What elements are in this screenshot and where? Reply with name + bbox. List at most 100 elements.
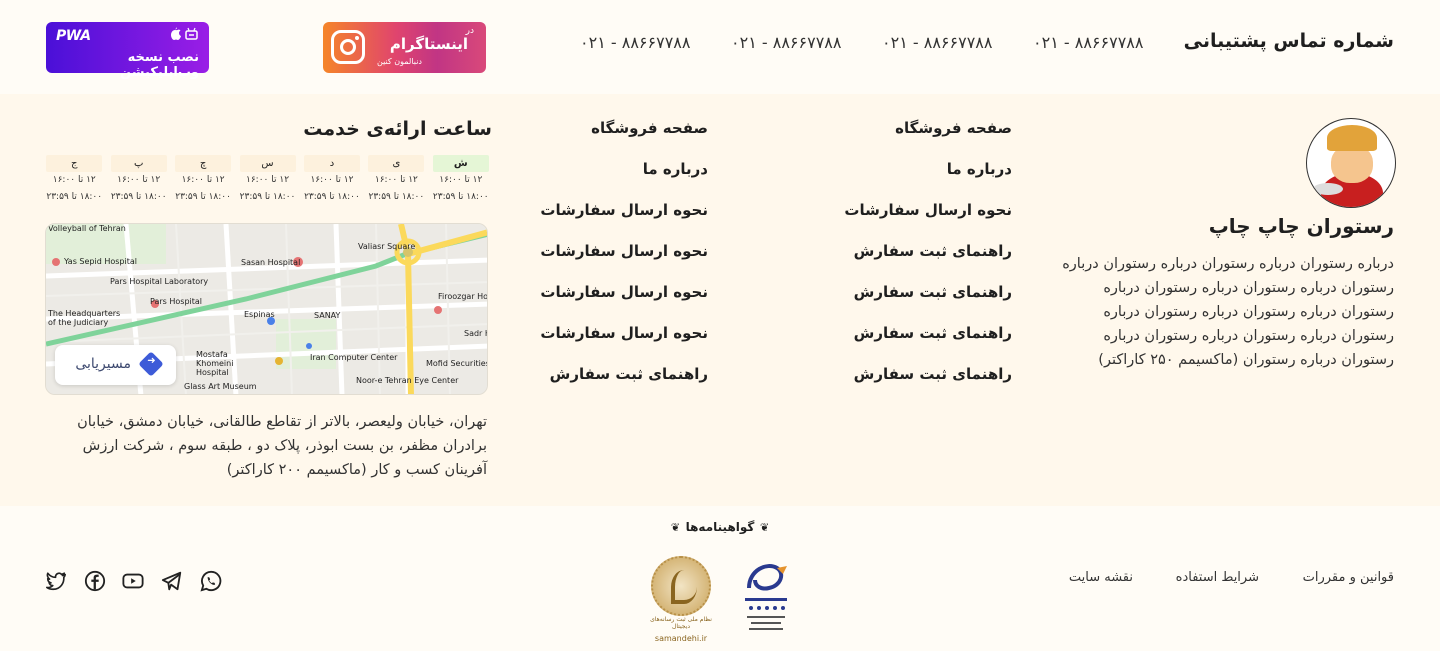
map-label: SANAY (314, 311, 341, 320)
location-map[interactable]: Volleyball of Tehran Yas Sepid Hospital … (45, 223, 488, 395)
map-label: Pars Hospital (150, 297, 203, 306)
day-column: ج ۱۲ تا ۱۶:۰۰ ۱۸:۰۰ تا ۲۳:۵۹ (42, 155, 106, 206)
samandehi-subtitle: نظام ملی ثبت رسانه‌های دیجیتال (650, 616, 712, 630)
day-name: چ (175, 155, 232, 172)
footer-link[interactable]: صفحه فروشگاه (540, 116, 708, 157)
map-label: Noor-e Tehran Eye Center (356, 376, 459, 385)
map-label: Mofid Securities (426, 359, 488, 368)
laurel-icon: ❦ (670, 521, 681, 534)
day-column: پ ۱۲ تا ۱۶:۰۰ ۱۸:۰۰ تا ۲۳:۵۹ (106, 155, 170, 206)
support-phone[interactable]: ۰۲۱ - ۸۸۶۶۷۷۸۸ (731, 33, 841, 52)
footer-link[interactable]: نحوه ارسال سفارشات (844, 198, 1012, 239)
restaurant-description: درباره رستوران درباره رستوران درباره رست… (1062, 256, 1394, 368)
footer-link[interactable]: نحوه ارسال سفارشات (540, 280, 708, 321)
service-hours-title: ساعت ارائه‌ی خدمت (303, 118, 492, 140)
footer-link[interactable]: صفحه فروشگاه (844, 116, 1012, 157)
footer-link[interactable]: راهنمای ثبت سفارش (844, 239, 1012, 280)
day-name: د (303, 155, 360, 172)
pwa-install-button[interactable]: PWA نصب نسخه وب‌اپلیکیشن (46, 22, 209, 80)
day-time-1: ۱۲ تا ۱۶:۰۰ (374, 175, 418, 185)
service-hours-table: ش ۱۲ تا ۱۶:۰۰ ۱۸:۰۰ تا ۲۳:۵۹ ی ۱۲ تا ۱۶:… (42, 155, 493, 206)
day-column: ش ۱۲ تا ۱۶:۰۰ ۱۸:۰۰ تا ۲۳:۵۹ (429, 155, 493, 206)
map-label: Mostafa Khomeini Hospital (196, 350, 234, 377)
pwa-label: نصب نسخه وب‌اپلیکیشن (120, 50, 199, 80)
footer-links-column-1: صفحه فروشگاه درباره ما نحوه ارسال سفارشا… (844, 116, 1012, 403)
footer-link[interactable]: راهنمای ثبت سفارش (540, 362, 708, 403)
footer-bottom: قوانین و مقررات شرایط استفاده نقشه سایت … (0, 506, 1440, 651)
map-label: The Headquarters of the Judiciary (48, 309, 121, 327)
directions-icon (138, 351, 164, 377)
day-time-2: ۱۸:۰۰ تا ۲۳:۵۹ (432, 192, 489, 202)
pwa-logo: PWA (56, 28, 91, 44)
map-label: Yas Sepid Hospital (64, 257, 137, 266)
footer-link[interactable]: درباره ما (844, 157, 1012, 198)
terms-link[interactable]: شرایط استفاده (1176, 570, 1259, 585)
footer-link[interactable]: نحوه ارسال سفارشات (540, 239, 708, 280)
support-phone[interactable]: ۰۲۱ - ۸۸۶۶۷۷۸۸ (1033, 33, 1143, 52)
day-time-1: ۱۲ تا ۱۶:۰۰ (439, 175, 483, 185)
laurel-icon: ❦ (759, 521, 770, 534)
instagram-title: اینستاگرام (389, 35, 468, 53)
instagram-button[interactable]: در اینستاگرام دنبالمون کنین (323, 22, 486, 73)
rules-link[interactable]: قوانین و مقررات (1303, 570, 1394, 585)
support-title: شماره تماس پشتیبانی (1183, 30, 1394, 52)
day-name: س (239, 155, 296, 172)
route-button[interactable]: مسیریابی (55, 345, 176, 385)
map-label: Sasan Hospital (241, 258, 301, 267)
day-time-2: ۱۸:۰۰ تا ۲۳:۵۹ (110, 192, 167, 202)
footer-link[interactable]: راهنمای ثبت سفارش (844, 321, 1012, 362)
samandehi-url: samandehi.ir (654, 634, 708, 643)
enamad-logo-icon (745, 564, 787, 630)
footer-link[interactable]: نحوه ارسال سفارشات (540, 321, 708, 362)
map-label: Espinas (244, 310, 275, 319)
samandehi-badge[interactable]: نظام ملی ثبت رسانه‌های دیجیتال samandehi… (648, 556, 714, 643)
footer-link[interactable]: درباره ما (540, 157, 708, 198)
day-name: ج (46, 155, 103, 172)
day-time-1: ۱۲ تا ۱۶:۰۰ (52, 175, 96, 185)
map-label: Iran Computer Center (310, 353, 398, 362)
restaurant-logo[interactable] (1306, 118, 1396, 208)
facebook-icon[interactable] (84, 570, 106, 592)
day-name: ی (368, 155, 425, 172)
address-text: تهران، خیابان ولیعصر، بالاتر از تقاطع طا… (77, 414, 487, 478)
map-label: Volleyball of Tehran (48, 224, 126, 233)
footer-link[interactable]: راهنمای ثبت سفارش (844, 362, 1012, 403)
day-time-2: ۱۸:۰۰ تا ۲۳:۵۹ (368, 192, 425, 202)
support-phone[interactable]: ۰۲۱ - ۸۸۶۶۷۷۸۸ (882, 33, 992, 52)
youtube-icon[interactable] (122, 570, 144, 592)
restaurant-name: رستوران چاپ چاپ (1208, 214, 1394, 238)
day-name: ش (432, 155, 489, 172)
day-time-1: ۱۲ تا ۱۶:۰۰ (246, 175, 290, 185)
day-column: چ ۱۲ تا ۱۶:۰۰ ۱۸:۰۰ تا ۲۳:۵۹ (171, 155, 235, 206)
day-time-1: ۱۲ تا ۱۶:۰۰ (310, 175, 354, 185)
map-label: Valiasr Square (358, 242, 416, 251)
day-time-1: ۱۲ تا ۱۶:۰۰ (117, 175, 161, 185)
map-label: Sadr Ho (464, 329, 487, 338)
footer-link[interactable]: راهنمای ثبت سفارش (844, 280, 1012, 321)
samandehi-seal-icon (651, 556, 711, 616)
footer-main: رستوران چاپ چاپ درباره رستوران درباره رس… (0, 94, 1440, 506)
twitter-icon[interactable] (45, 570, 67, 592)
day-column: ی ۱۲ تا ۱۶:۰۰ ۱۸:۰۰ تا ۲۳:۵۹ (364, 155, 428, 206)
map-label: Glass Art Museum (184, 382, 257, 391)
instagram-icon (331, 30, 365, 64)
support-phone[interactable]: ۰۲۱ - ۸۸۶۶۷۷۸۸ (580, 33, 690, 52)
footer-link[interactable]: نحوه ارسال سفارشات (540, 198, 708, 239)
telegram-icon[interactable] (161, 570, 183, 592)
enamad-badge[interactable] (741, 558, 791, 636)
certificates-title: ❦ گواهینامه‌ها ❦ (670, 520, 770, 534)
platform-icons (169, 27, 199, 44)
day-column: د ۱۲ تا ۱۶:۰۰ ۱۸:۰۰ تا ۲۳:۵۹ (300, 155, 364, 206)
map-label: Firoozgar Hospital (438, 292, 488, 301)
day-time-2: ۱۸:۰۰ تا ۲۳:۵۹ (239, 192, 296, 202)
day-time-2: ۱۸:۰۰ تا ۲۳:۵۹ (304, 192, 360, 202)
map-label: Pars Hospital Laboratory (110, 277, 209, 286)
apple-android-icon (171, 27, 198, 40)
day-time-2: ۱۸:۰۰ تا ۲۳:۵۹ (46, 192, 103, 202)
day-column: س ۱۲ تا ۱۶:۰۰ ۱۸:۰۰ تا ۲۳:۵۹ (235, 155, 299, 206)
day-time-2: ۱۸:۰۰ تا ۲۳:۵۹ (175, 192, 231, 202)
whatsapp-icon[interactable] (200, 570, 222, 592)
sitemap-link[interactable]: نقشه سایت (1069, 570, 1133, 585)
instagram-subtitle: دنبالمون کنین (377, 57, 422, 66)
day-name: پ (110, 155, 167, 172)
